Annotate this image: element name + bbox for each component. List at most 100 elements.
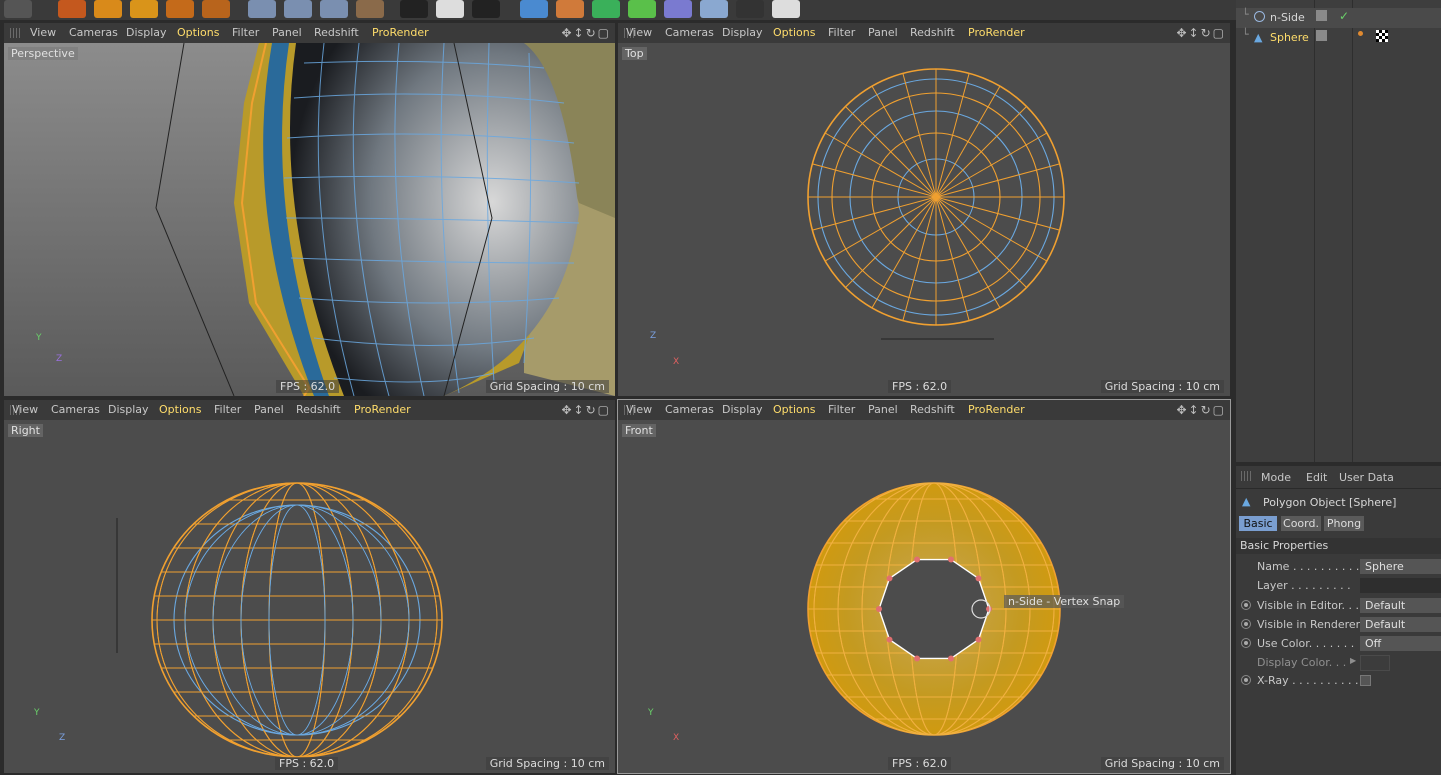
attr-use-color-row: Use Color. . . . . . . Off (1236, 635, 1441, 653)
viewport-menubar: View Cameras Display Options Filter Pane… (4, 23, 615, 43)
tab-phong[interactable]: Phong (1324, 516, 1364, 531)
menu-redshift[interactable]: Redshift (910, 26, 955, 39)
coordinate-system-icon[interactable] (356, 0, 384, 18)
menu-options[interactable]: Options (773, 26, 815, 39)
menu-user-data[interactable]: User Data (1339, 471, 1394, 484)
viewport-menubar: View Cameras Display Options Filter Pane… (4, 400, 615, 420)
x-axis-lock-icon[interactable] (248, 0, 276, 18)
front-scene (807, 482, 1061, 736)
viewport-menubar: View Cameras Display Options Filter Pane… (618, 23, 1230, 43)
material-tag-icon[interactable] (1376, 30, 1388, 42)
visibility-icon[interactable] (1316, 30, 1327, 41)
fps-readout: FPS : 62.0 (275, 757, 339, 770)
menu-options[interactable]: Options (773, 403, 815, 416)
tab-basic[interactable]: Basic (1239, 516, 1277, 531)
menu-display[interactable]: Display (126, 26, 167, 39)
menu-filter[interactable]: Filter (828, 26, 855, 39)
camera-icon[interactable] (736, 0, 764, 18)
menu-redshift[interactable]: Redshift (296, 403, 341, 416)
layer-field[interactable] (1360, 578, 1441, 593)
scale-tool-icon[interactable] (130, 0, 158, 18)
snap-tooltip: n-Side - Vertex Snap (1004, 595, 1125, 608)
y-axis-lock-icon[interactable] (284, 0, 312, 18)
grip-icon[interactable] (1241, 471, 1251, 481)
menu-display[interactable]: Display (722, 403, 763, 416)
menu-options[interactable]: Options (177, 26, 219, 39)
cloner-icon[interactable] (592, 0, 620, 18)
grip-icon[interactable] (10, 28, 20, 38)
menu-view[interactable]: View (12, 403, 38, 416)
move-tool-icon[interactable] (94, 0, 122, 18)
tab-coord[interactable]: Coord. (1281, 516, 1321, 531)
viewport-nav-icons[interactable]: ✥↕↻▢ (1176, 26, 1226, 40)
menu-display[interactable]: Display (108, 403, 149, 416)
expand-arrow-icon[interactable]: ▶ (1350, 656, 1356, 665)
menu-view[interactable]: View (626, 403, 652, 416)
menu-filter[interactable]: Filter (828, 403, 855, 416)
menu-filter[interactable]: Filter (214, 403, 241, 416)
subdivision-icon[interactable] (556, 0, 584, 18)
z-axis-lock-icon[interactable] (320, 0, 348, 18)
menu-cameras[interactable]: Cameras (665, 26, 714, 39)
render-settings-icon[interactable] (472, 0, 500, 18)
menu-redshift[interactable]: Redshift (910, 403, 955, 416)
menu-prorender[interactable]: ProRender (968, 26, 1025, 39)
rotate-tool-icon[interactable] (166, 0, 194, 18)
cube-icon[interactable] (520, 0, 548, 18)
menu-redshift[interactable]: Redshift (314, 26, 359, 39)
visible-editor-dropdown[interactable]: Default (1360, 598, 1441, 613)
axis-z-label: Z (59, 733, 66, 743)
environment-icon[interactable] (664, 0, 692, 18)
menu-prorender[interactable]: ProRender (372, 26, 429, 39)
viewport-nav-icons[interactable]: ✥↕↻▢ (1176, 403, 1226, 417)
xray-checkbox[interactable] (1360, 675, 1371, 686)
menu-panel[interactable]: Panel (868, 26, 898, 39)
menu-panel[interactable]: Panel (868, 403, 898, 416)
menu-panel[interactable]: Panel (254, 403, 284, 416)
render-picture-viewer-icon[interactable] (436, 0, 464, 18)
viewport-nav-icons[interactable]: ✥↕↻▢ (561, 26, 611, 40)
menu-prorender[interactable]: ProRender (968, 403, 1025, 416)
name-field[interactable]: Sphere (1360, 559, 1441, 574)
menu-options[interactable]: Options (159, 403, 201, 416)
viewport-perspective[interactable]: View Cameras Display Options Filter Pane… (4, 23, 615, 396)
select-tool-icon[interactable] (58, 0, 86, 18)
viewport-label: Right (8, 424, 43, 437)
menu-prorender[interactable]: ProRender (354, 403, 411, 416)
attribute-menubar: Mode Edit User Data (1236, 466, 1441, 489)
menu-mode[interactable]: Mode (1261, 471, 1291, 484)
viewport-nav-icons[interactable]: ✥↕↻▢ (561, 403, 611, 417)
use-color-dropdown[interactable]: Off (1360, 636, 1441, 651)
menu-view[interactable]: View (626, 26, 652, 39)
viewport-label: Front (622, 424, 656, 437)
object-row-nside[interactable]: └ n-Side ✓ (1236, 8, 1441, 28)
animate-radio-icon[interactable] (1241, 600, 1251, 610)
menu-panel[interactable]: Panel (272, 26, 302, 39)
deformer-icon[interactable] (628, 0, 656, 18)
floor-icon[interactable] (700, 0, 728, 18)
viewport-front[interactable]: View Cameras Display Options Filter Pane… (617, 399, 1231, 774)
undo-icon[interactable] (4, 0, 32, 18)
color-swatch[interactable] (1360, 655, 1390, 671)
menu-filter[interactable]: Filter (232, 26, 259, 39)
phong-tag-icon[interactable] (1358, 31, 1363, 36)
animate-radio-icon[interactable] (1241, 619, 1251, 629)
viewport-top[interactable]: View Cameras Display Options Filter Pane… (618, 23, 1230, 396)
visibility-icon[interactable] (1316, 10, 1327, 21)
menu-display[interactable]: Display (722, 26, 763, 39)
light-icon[interactable] (772, 0, 800, 18)
menu-cameras[interactable]: Cameras (69, 26, 118, 39)
viewport-right[interactable]: View Cameras Display Options Filter Pane… (4, 400, 615, 773)
menu-cameras[interactable]: Cameras (51, 403, 100, 416)
animate-radio-icon[interactable] (1241, 675, 1251, 685)
attr-label: Visible in Editor. . . (1257, 599, 1359, 612)
animate-radio-icon[interactable] (1241, 638, 1251, 648)
last-tool-icon[interactable] (202, 0, 230, 18)
render-view-icon[interactable] (400, 0, 428, 18)
menu-cameras[interactable]: Cameras (665, 403, 714, 416)
menu-edit[interactable]: Edit (1306, 471, 1327, 484)
menu-view[interactable]: View (30, 26, 56, 39)
checkmark-icon[interactable]: ✓ (1339, 9, 1349, 23)
object-row-sphere[interactable]: └ ▲ Sphere (1236, 28, 1441, 48)
visible-renderer-dropdown[interactable]: Default (1360, 617, 1441, 632)
